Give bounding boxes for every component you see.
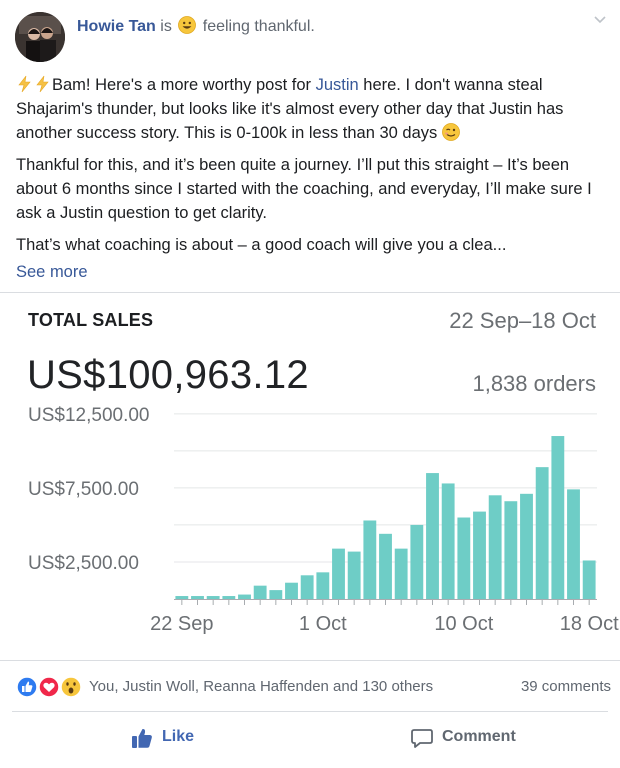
- post-header-line: Howie Tan is feeling thankful.: [77, 16, 315, 37]
- reaction-icons: [16, 676, 82, 698]
- post-paragraph-1: Bam! Here's a more worthy post for Justi…: [16, 73, 606, 145]
- see-more-link[interactable]: See more: [16, 261, 606, 283]
- post-paragraph-3: That’s what coaching is about – a good c…: [16, 236, 507, 254]
- y-tick-label: US$2,500.00: [28, 553, 139, 574]
- bar-4-oct: [363, 520, 377, 599]
- bar-5-oct: [379, 533, 392, 599]
- wow-reaction-icon: [60, 676, 82, 698]
- bar-22-sep: [175, 596, 189, 599]
- comment-bubble-icon: [411, 729, 433, 748]
- divider: [0, 660, 620, 661]
- bar-24-sep: [206, 596, 220, 599]
- sales-bar-chart: US$2,500.00 US$7,500.00 US$12,500.00 22 Sep…: [28, 405, 619, 635]
- y-tick-label: US$12,500.00: [28, 405, 150, 426]
- bar-11-oct: [473, 511, 486, 599]
- avatar-photo: [15, 12, 65, 62]
- comments-count-link[interactable]: 39 comments: [521, 678, 611, 695]
- bar-12-oct: [488, 495, 502, 599]
- bar-23-sep: [191, 596, 204, 599]
- orders-count: 1,838 orders: [472, 371, 596, 396]
- is-text: is: [160, 18, 172, 35]
- like-label: Like: [162, 728, 195, 745]
- mention-justin[interactable]: Justin: [316, 76, 359, 94]
- total-sales-label: TOTAL SALES: [28, 310, 154, 330]
- bar-3-oct: [347, 551, 361, 599]
- bar-8-oct: [426, 473, 439, 599]
- bar-27-sep: [253, 585, 267, 599]
- total-sales-amount: US$100,963.12: [27, 353, 309, 397]
- thumbs-up-icon: [132, 728, 152, 748]
- bar-14-oct: [520, 493, 533, 599]
- bar-18-oct: [582, 560, 596, 599]
- bar-9-oct: [441, 483, 455, 599]
- divider: [12, 711, 608, 712]
- author-name[interactable]: Howie Tan: [77, 18, 156, 35]
- bar-17-oct: [567, 489, 580, 599]
- sales-chart-card[interactable]: US$2,500.00 US$7,500.00 US$12,500.00 22 Sep…: [0, 293, 620, 658]
- x-tick-label: 10 Oct: [434, 613, 493, 635]
- bar-25-sep: [222, 596, 236, 599]
- bar-29-sep: [285, 582, 298, 599]
- comment-label: Comment: [442, 728, 516, 745]
- lightning-emoji-icon: [18, 75, 31, 93]
- date-range: 22 Sep–18 Oct: [449, 308, 596, 333]
- post-header: Howie Tan is feeling thankful.: [0, 0, 620, 68]
- bar-1-oct: [316, 572, 330, 599]
- x-tick-label: 22 Sep: [150, 613, 213, 635]
- lightning-emoji-icon: [36, 75, 49, 93]
- post-body: Bam! Here's a more worthy post for Justi…: [16, 73, 606, 283]
- love-reaction-icon: [38, 676, 60, 698]
- bar-2-oct: [332, 548, 345, 599]
- x-tick-label: 1 Oct: [299, 613, 347, 635]
- bar-28-sep: [269, 590, 283, 599]
- bar-7-oct: [410, 524, 424, 599]
- post-paragraph-2: Thankful for this, and it’s been quite a…: [16, 156, 592, 222]
- paragraph-1-text-a: Bam! Here's a more worthy post for: [52, 76, 316, 94]
- bar-30-sep: [300, 575, 314, 599]
- chevron-down-icon[interactable]: [592, 12, 608, 28]
- feeling-text: feeling thankful.: [202, 18, 315, 35]
- y-tick-label: US$7,500.00: [28, 479, 139, 500]
- smiley-emoji-icon: [178, 16, 197, 34]
- bar-10-oct: [457, 517, 471, 599]
- bar-6-oct: [394, 548, 408, 599]
- reactions-text[interactable]: You, Justin Woll, Reanna Haffenden and 1…: [89, 678, 433, 695]
- like-reaction-icon: [16, 676, 38, 698]
- bar-16-oct: [551, 436, 565, 599]
- x-tick-label: 18 Oct: [560, 613, 619, 635]
- bar-13-oct: [504, 501, 518, 599]
- author-avatar[interactable]: [15, 12, 65, 62]
- bar-15-oct: [535, 467, 549, 599]
- wink-emoji-icon: [441, 123, 460, 141]
- bar-26-sep: [238, 594, 251, 599]
